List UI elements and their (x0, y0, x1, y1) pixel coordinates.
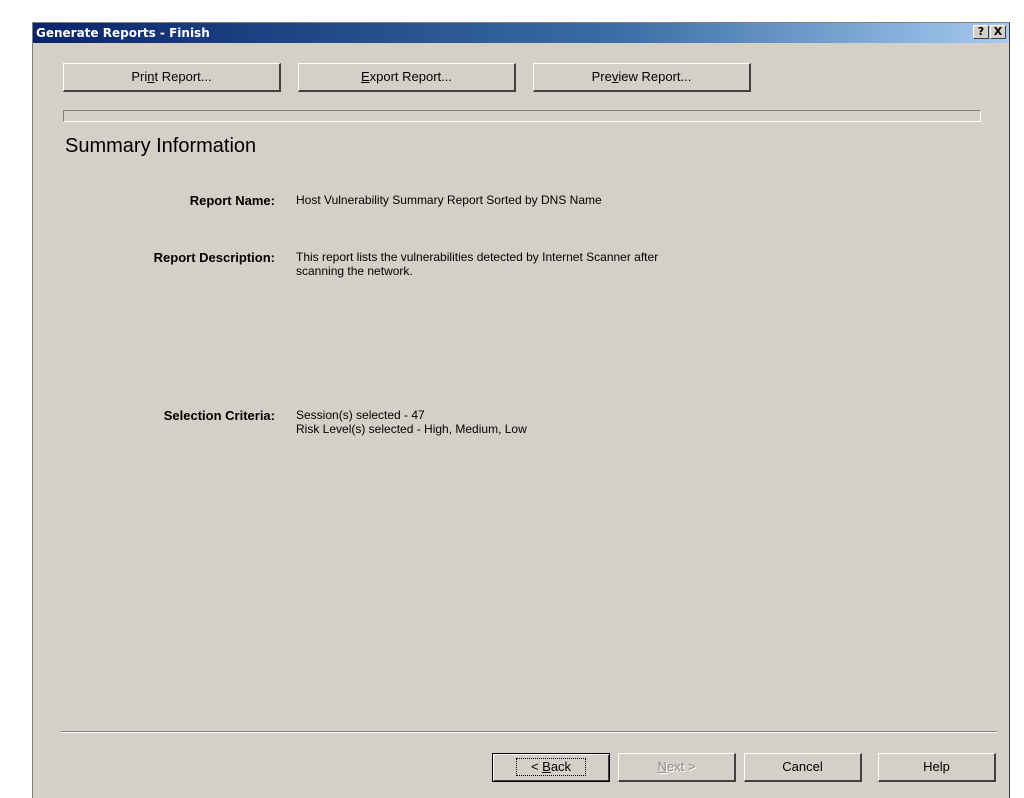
back-button[interactable]: < Back (492, 753, 610, 782)
description-line: This report lists the vulnerabilities de… (296, 250, 659, 264)
export-report-button[interactable]: Export Report... (298, 63, 516, 92)
cancel-button[interactable]: Cancel (744, 753, 862, 782)
dialog-window: Generate Reports - Finish ? X Print Repo… (32, 22, 1010, 798)
criteria-line: Risk Level(s) selected - High, Medium, L… (296, 422, 527, 436)
selection-criteria-label: Selection Criteria: (163, 408, 275, 423)
report-name-label: Report Name: (189, 193, 275, 208)
report-description-label: Report Description: (153, 250, 275, 265)
report-description-value: This report lists the vulnerabilities de… (296, 250, 658, 278)
close-button[interactable]: X (990, 25, 1006, 39)
criteria-line: Session(s) selected - 47 (296, 408, 425, 422)
progress-bar (63, 110, 981, 122)
selection-criteria-value: Session(s) selected - 47 Risk Level(s) s… (296, 408, 527, 436)
help-button[interactable]: Help (878, 753, 996, 782)
window-title: Generate Reports - Finish (36, 26, 210, 40)
summary-heading: Summary Information (65, 135, 257, 157)
footer-separator (61, 731, 997, 733)
next-button[interactable]: Next > (618, 753, 736, 782)
preview-report-button[interactable]: Preview Report... (533, 63, 751, 92)
focus-rect: < Back (515, 758, 587, 776)
description-line: scanning the network. (296, 264, 413, 278)
report-name-value: Host Vulnerability Summary Report Sorted… (296, 193, 602, 207)
title-bar[interactable]: Generate Reports - Finish ? X (33, 23, 1009, 43)
context-help-button[interactable]: ? (973, 25, 989, 39)
print-report-button[interactable]: Print Report... (63, 63, 281, 92)
